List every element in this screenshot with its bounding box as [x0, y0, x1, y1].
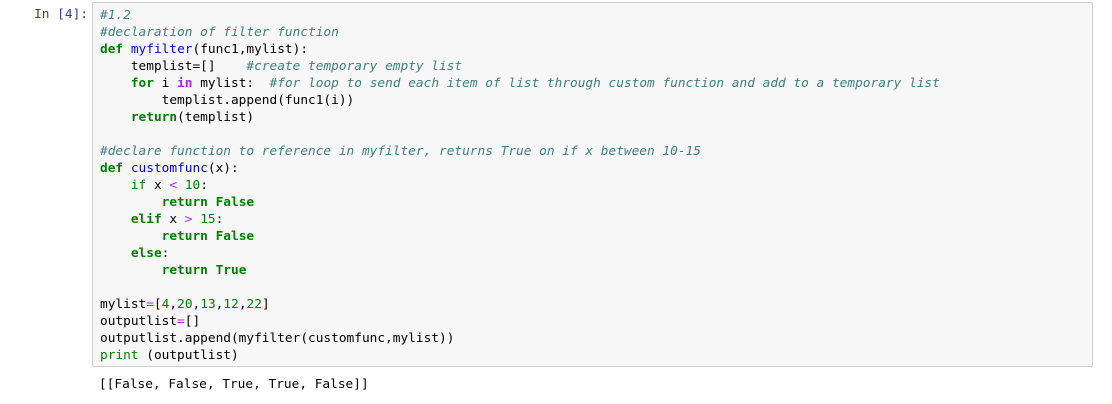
keyword: else [130, 246, 162, 261]
keyword: def [100, 42, 124, 57]
keyword: return [161, 195, 208, 210]
code-line-3: def myfilter(func1,mylist): [100, 41, 1092, 58]
code-text: [] [184, 314, 201, 329]
code-editor[interactable]: #1.2 #declaration of filter function def m… [92, 2, 1093, 367]
keyword-operator: in [177, 76, 193, 91]
code-line-14: return False [100, 228, 1092, 245]
builtin-function: print [100, 348, 139, 363]
number: 10 [184, 178, 201, 193]
code-text: (outputlist) [138, 348, 239, 363]
code-line-11: if x < 10: [100, 177, 1092, 194]
input-prompt: In [4]: [34, 7, 88, 22]
code-text: (func1,mylist): [192, 42, 309, 57]
code-line-4: templist=[] #create temporary empty list [100, 58, 1092, 75]
code-block: #1.2 #declaration of filter function def m… [93, 3, 1092, 364]
code-text: templist.append(func1(i)) [161, 93, 355, 108]
keyword: def [100, 161, 124, 176]
comment: #declaration of filter function [100, 25, 339, 40]
keyword: elif [130, 212, 162, 227]
code-text: : [161, 246, 170, 261]
code-text: (x): [207, 161, 239, 176]
code-line-6: templist.append(func1(i)) [100, 92, 1092, 109]
code-line-15: else: [100, 245, 1092, 262]
comment: #for loop to send each item of list thro… [269, 76, 940, 91]
code-text: , [238, 297, 247, 312]
operator: < [169, 178, 178, 193]
code-text: x [161, 212, 185, 227]
code-line-16: return True [100, 262, 1092, 279]
code-line-1: #1.2 [100, 7, 1092, 24]
code-line-5: for i in mylist: #for loop to send each … [100, 75, 1092, 92]
function-name: customfunc [130, 161, 208, 176]
comment: #declare function to reference in myfilt… [100, 144, 701, 159]
comment: #create temporary empty list [246, 59, 463, 74]
code-text: outputlist.append(myfilter(customfunc,my… [100, 331, 455, 346]
code-line-2: #declaration of filter function [100, 24, 1092, 41]
code-text: mylist: [192, 76, 270, 91]
comment: #1.2 [100, 8, 131, 23]
code-text: mylist [100, 297, 147, 312]
operator: = [146, 297, 154, 312]
number: 13 [200, 297, 216, 312]
keyword-constant: False [215, 195, 255, 210]
operator: > [184, 212, 193, 227]
code-text: outputlist [100, 314, 178, 329]
keyword: for [130, 76, 154, 91]
code-line-7: return(templist) [100, 109, 1092, 126]
code-text: x [146, 178, 170, 193]
keyword: return [161, 263, 208, 278]
number: 15 [200, 212, 216, 227]
cell-output: [[False, False, True, True, False]] [99, 377, 369, 392]
code-text: , [169, 297, 178, 312]
code-text: ] [261, 297, 270, 312]
code-line-21: print (outputlist) [100, 347, 1092, 364]
operator: = [177, 314, 185, 329]
code-line-19: outputlist=[] [100, 313, 1092, 330]
code-line-13: elif x > 15: [100, 211, 1092, 228]
code-text: templist=[] [130, 59, 216, 74]
code-line-10: def customfunc(x): [100, 160, 1092, 177]
code-text: : [200, 178, 208, 193]
keyword-constant: True [215, 263, 247, 278]
number: 12 [223, 297, 239, 312]
keyword: if [130, 178, 147, 193]
code-line-20: outputlist.append(myfilter(customfunc,my… [100, 330, 1092, 347]
number: 22 [246, 297, 262, 312]
code-text: [ [153, 297, 162, 312]
number: 20 [177, 297, 193, 312]
keyword-constant: False [215, 229, 255, 244]
function-name: myfilter [130, 42, 193, 57]
code-text: : [215, 212, 224, 227]
keyword: return [161, 229, 208, 244]
code-line-18: mylist=[4,20,13,12,22] [100, 296, 1092, 313]
keyword: return [130, 110, 178, 125]
code-line-12: return False [100, 194, 1092, 211]
code-line-9: #declare function to reference in myfilt… [100, 143, 1092, 160]
code-text: i [153, 76, 178, 91]
code-text: (templist) [177, 110, 255, 125]
notebook-code-cell[interactable]: In [4]: #1.2 #declaration of filter funct… [0, 0, 1112, 404]
